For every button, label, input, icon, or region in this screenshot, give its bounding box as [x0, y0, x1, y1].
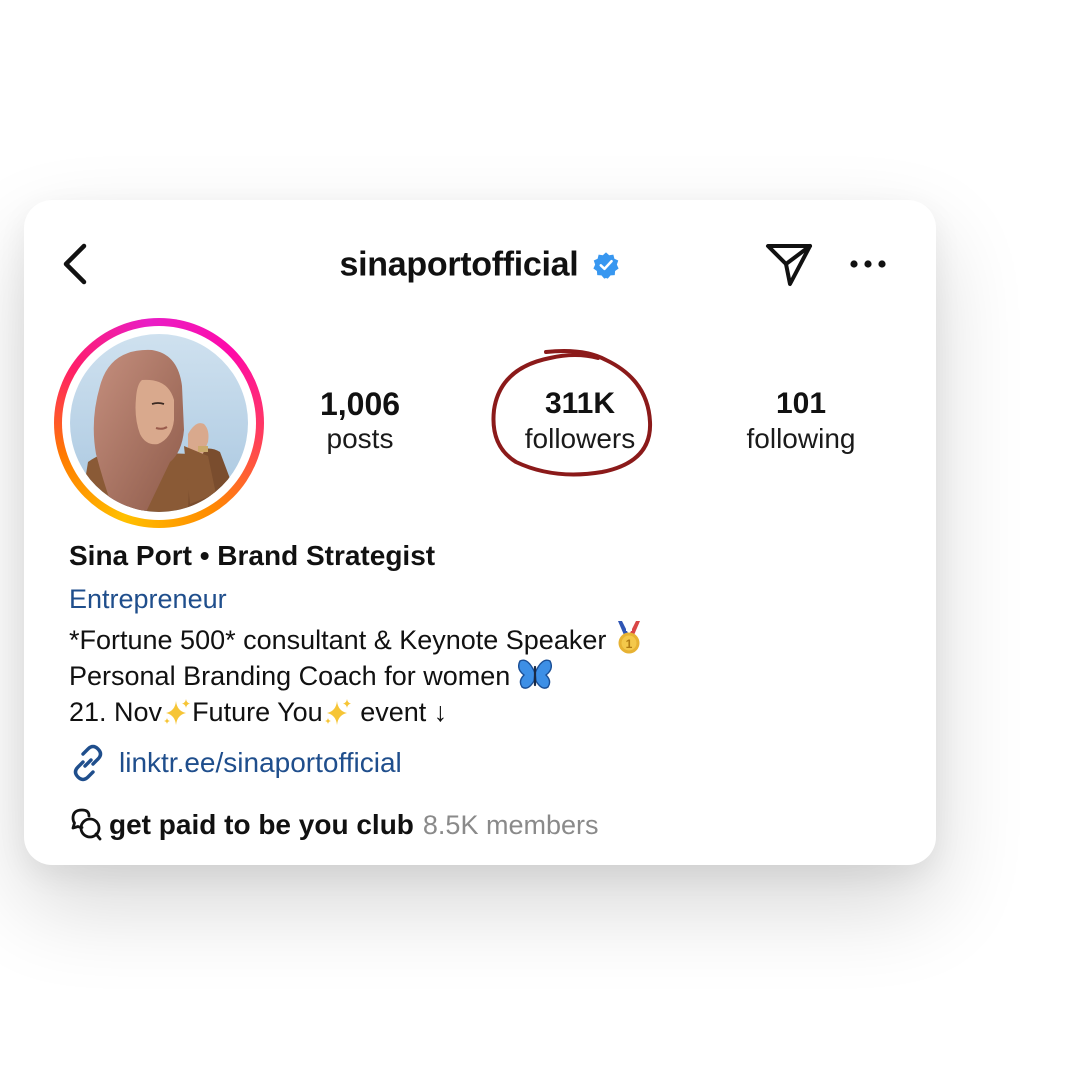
following-stat[interactable]: 101 following	[716, 386, 886, 456]
community-name: get paid to be you club	[109, 809, 414, 840]
profile-photo	[70, 334, 248, 512]
bio-line-1: *Fortune 500* consultant & Keynote Speak…	[69, 621, 644, 656]
bio-link-text[interactable]: linktr.ee/sinaportofficial	[119, 747, 402, 779]
bio-line-3-event: Future You	[192, 697, 323, 727]
profile-full-name: Sina Port • Brand Strategist	[69, 540, 436, 571]
ellipsis-icon	[850, 260, 886, 268]
posts-count: 1,006	[319, 386, 401, 422]
chat-bubbles-icon	[71, 808, 102, 841]
bio-line-1-text: *Fortune 500* consultant & Keynote Speak…	[69, 625, 607, 655]
svg-text:1: 1	[626, 637, 633, 651]
profile-card: sinaportofficial 1,006 posts 311K follow…	[24, 200, 936, 865]
following-count: 101	[775, 387, 827, 420]
bio-line-3-date: 21. Nov	[69, 697, 163, 727]
stage: sinaportofficial 1,006 posts 311K follow…	[0, 0, 1080, 1080]
sparkles-emoji-icon	[164, 699, 191, 725]
bio-line-3-suffix: event ↓	[352, 697, 448, 727]
sparkles-emoji-icon	[324, 699, 351, 725]
bio-line-3: 21. Nov Future You event ↓	[69, 697, 447, 728]
avatar	[70, 334, 248, 512]
followers-label: followers	[524, 423, 636, 454]
username: sinaportofficial	[339, 245, 579, 284]
following-label: following	[746, 423, 856, 454]
posts-stat[interactable]: 1,006 posts	[275, 386, 445, 456]
verified-badge-icon	[593, 252, 620, 279]
link-icon	[73, 744, 103, 782]
followers-count: 311K	[544, 387, 616, 420]
medal-emoji-icon: 1	[617, 621, 640, 654]
butterfly-emoji-icon	[517, 659, 552, 689]
community-chat-row[interactable]: get paid to be you club 8.5K members	[69, 808, 598, 842]
bio-link[interactable]: linktr.ee/sinaportofficial	[69, 744, 402, 782]
bio-line-2: Personal Branding Coach for women	[69, 659, 552, 692]
bio-line-2-text: Personal Branding Coach for women	[69, 661, 511, 691]
story-ring[interactable]	[54, 318, 264, 528]
paper-plane-icon	[766, 244, 812, 286]
posts-label: posts	[326, 423, 394, 454]
more-options-button[interactable]	[848, 252, 888, 276]
profile-category[interactable]: Entrepreneur	[69, 584, 227, 615]
followers-stat[interactable]: 311K followers	[495, 386, 665, 456]
community-members: 8.5K members	[422, 809, 599, 840]
avatar-frame	[62, 326, 256, 520]
send-message-button[interactable]	[764, 242, 814, 288]
